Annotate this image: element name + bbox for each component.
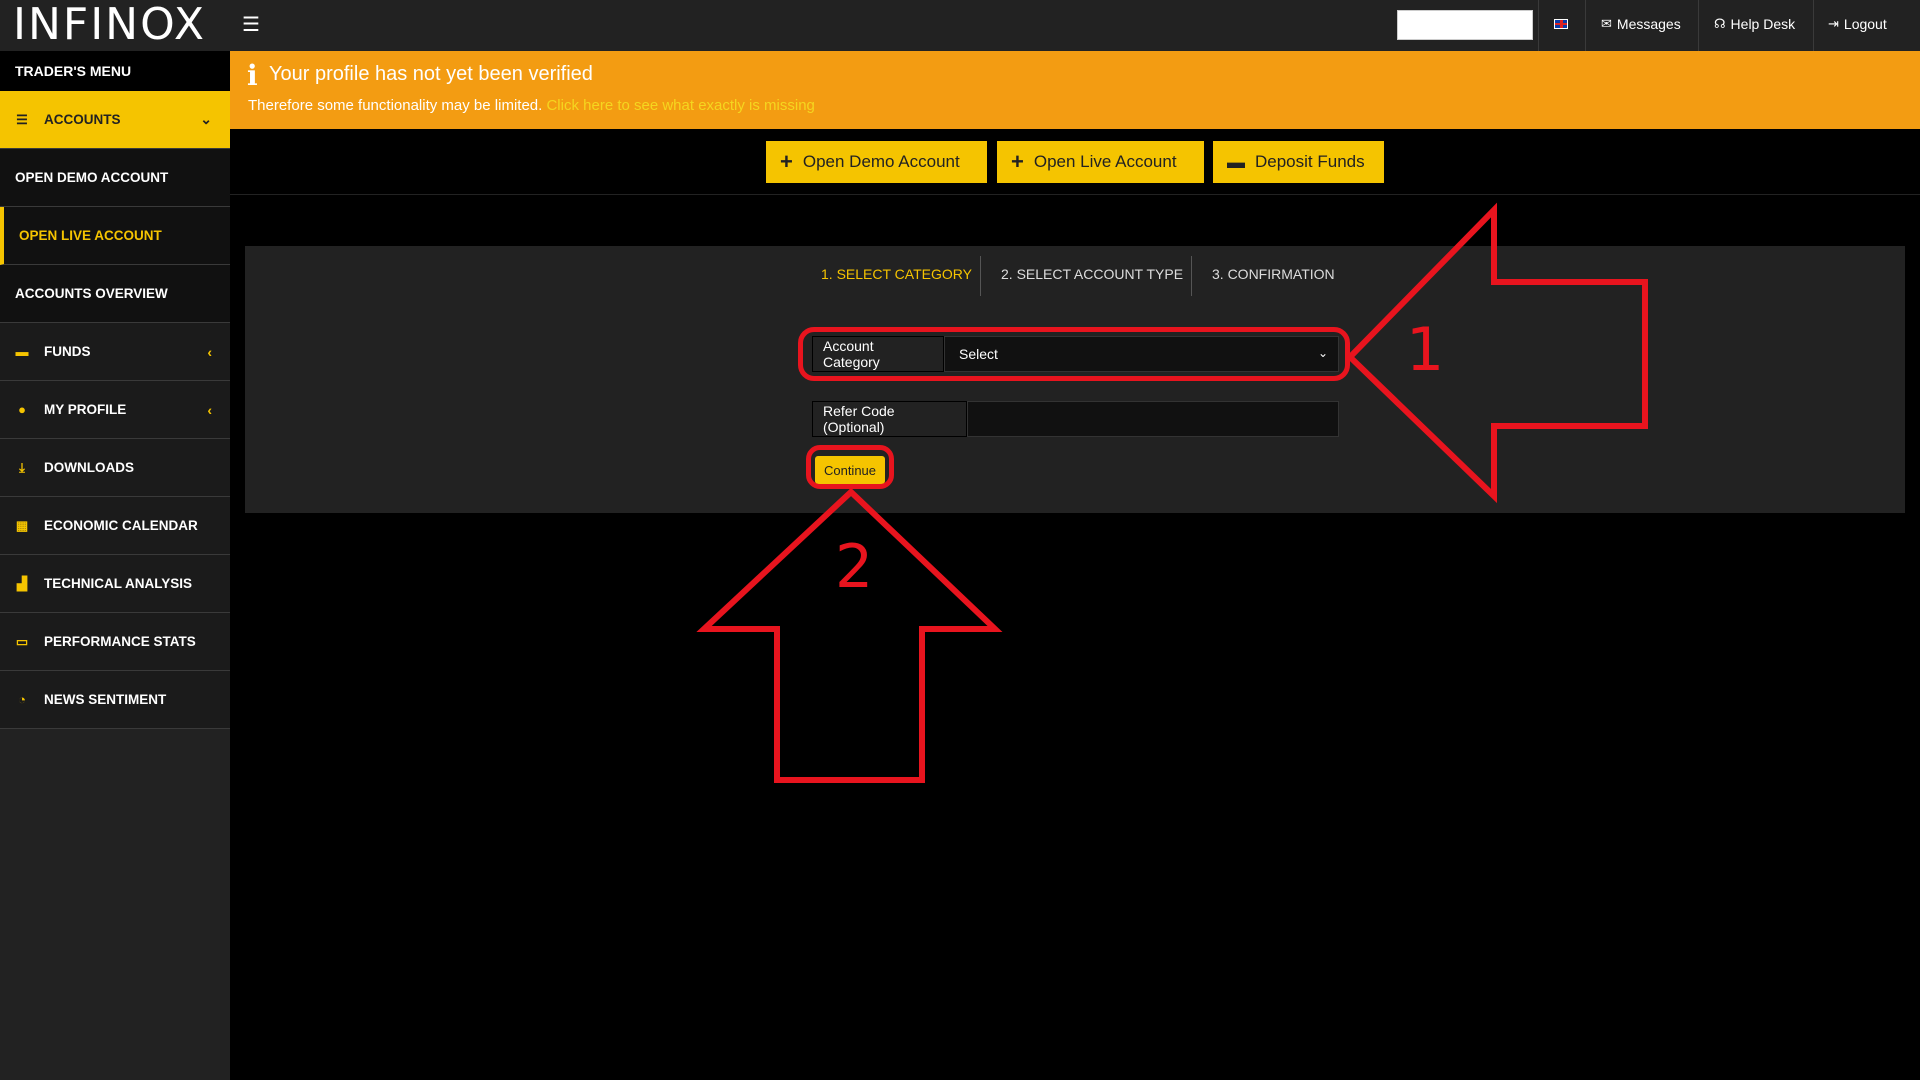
sidebar-item-accounts-overview[interactable]: ACCOUNTS OVERVIEW — [0, 265, 230, 323]
sidebar-item-label: ACCOUNTS OVERVIEW — [15, 286, 168, 301]
wizard-steps: 1. SELECT CATEGORY 2. SELECT ACCOUNT TYP… — [245, 246, 1905, 296]
sidebar-item-technical-analysis[interactable]: ▟ TECHNICAL ANALYSIS — [0, 555, 230, 613]
chevron-left-icon: ‹ — [207, 401, 212, 418]
verification-alert-banner: i Your profile has not yet been verified… — [230, 51, 1920, 129]
banner-message: Therefore some functionality may be limi… — [248, 97, 815, 114]
refer-code-field: Refer Code (Optional) — [812, 401, 1339, 437]
banner-message-text: Therefore some functionality may be limi… — [248, 97, 543, 114]
step-select-category[interactable]: 1. SELECT CATEGORY — [821, 266, 972, 282]
plus-icon: + — [780, 149, 793, 174]
refer-code-label: Refer Code (Optional) — [812, 401, 967, 437]
messages-label: Messages — [1616, 16, 1681, 32]
user-icon: ● — [18, 402, 26, 417]
refer-code-input[interactable] — [967, 401, 1339, 437]
open-live-account-label: Open Live Account — [1033, 152, 1177, 171]
step-divider — [980, 256, 981, 296]
list-icon: ☰ — [16, 111, 28, 127]
chevron-left-icon: ‹ — [207, 343, 212, 360]
deposit-funds-label: Deposit Funds — [1255, 152, 1365, 171]
help-desk-link[interactable]: ☊ Help Desk — [1714, 16, 1795, 32]
logo-text: INFINOX — [13, 0, 207, 50]
bar-chart-icon: ▟ — [17, 575, 27, 591]
highlight-account-category — [798, 327, 1350, 381]
step-divider — [1191, 256, 1192, 296]
sidebar-header: TRADER'S MENU — [0, 51, 230, 91]
divider — [1698, 0, 1699, 51]
hamburger-menu-icon[interactable]: ☰ — [242, 15, 260, 35]
info-icon: i — [247, 59, 258, 92]
plus-icon: + — [1011, 149, 1024, 174]
open-demo-account-label: Open Demo Account — [802, 152, 960, 171]
divider — [1813, 0, 1814, 51]
credit-card-icon: ▬ — [1227, 152, 1245, 172]
sidebar-item-performance-stats[interactable]: ▭ PERFORMANCE STATS — [0, 613, 230, 671]
uk-flag-icon[interactable] — [1554, 19, 1568, 29]
sidebar-item-open-live-account[interactable]: OPEN LIVE ACCOUNT — [0, 207, 230, 265]
search-input[interactable] — [1397, 10, 1533, 40]
step-select-account-type[interactable]: 2. SELECT ACCOUNT TYPE — [1001, 266, 1183, 282]
chevron-down-icon: ⌄ — [200, 111, 212, 127]
download-icon: ⤓ — [19, 459, 25, 475]
sidebar-item-open-demo-account[interactable]: OPEN DEMO ACCOUNT — [0, 149, 230, 207]
app-root: INFINOX ☰ ✉ Messages ☊ Help Desk ⇥ Logou… — [0, 0, 1920, 1080]
sidebar-item-label: ECONOMIC CALENDAR — [44, 518, 198, 533]
messages-link[interactable]: ✉ Messages — [1601, 16, 1681, 32]
logout-label: Logout — [1843, 16, 1887, 32]
banner-missing-info-link[interactable]: Click here to see what exactly is missin… — [546, 97, 814, 114]
headset-icon: ☊ — [1714, 16, 1726, 31]
sidebar-item-my-profile[interactable]: ● MY PROFILE ‹ — [0, 381, 230, 439]
annotation-label-1: 1 — [1406, 315, 1445, 385]
sidebar-item-label: PERFORMANCE STATS — [44, 634, 196, 649]
top-bar: INFINOX ☰ ✉ Messages ☊ Help Desk ⇥ Logou… — [0, 0, 1920, 51]
sidebar-item-accounts[interactable]: ☰ ACCOUNTS ⌄ — [0, 91, 230, 149]
sidebar-item-label: NEWS SENTIMENT — [44, 692, 167, 707]
sidebar-item-label: ACCOUNTS — [44, 112, 121, 127]
annotation-label-2: 2 — [835, 532, 874, 602]
wallet-icon: ▬ — [15, 344, 29, 359]
sidebar-item-economic-calendar[interactable]: ▦ ECONOMIC CALENDAR — [0, 497, 230, 555]
card-icon: ▭ — [15, 633, 29, 649]
sidebar-item-label: TECHNICAL ANALYSIS — [44, 576, 193, 591]
calendar-icon: ▦ — [15, 517, 29, 533]
sidebar-item-news-sentiment[interactable]: ◔ NEWS SENTIMENT — [0, 671, 230, 729]
sidebar-item-downloads[interactable]: ⤓ DOWNLOADS — [0, 439, 230, 497]
divider — [1585, 0, 1586, 51]
help-desk-label: Help Desk — [1730, 16, 1796, 32]
open-demo-account-button[interactable]: + Open Demo Account — [766, 141, 987, 183]
sidebar: TRADER'S MENU ☰ ACCOUNTS ⌄ OPEN DEMO ACC… — [0, 51, 230, 1080]
sidebar-item-label: DOWNLOADS — [44, 460, 134, 475]
sidebar-item-label: OPEN DEMO ACCOUNT — [15, 170, 169, 185]
step-confirmation[interactable]: 3. CONFIRMATION — [1212, 266, 1335, 282]
open-live-account-button[interactable]: + Open Live Account — [997, 141, 1204, 183]
envelope-icon: ✉ — [1601, 16, 1612, 31]
divider — [1538, 0, 1539, 51]
sidebar-item-label: FUNDS — [44, 344, 91, 359]
banner-title: Your profile has not yet been verified — [269, 63, 593, 85]
sidebar-item-label: OPEN LIVE ACCOUNT — [19, 228, 162, 243]
sidebar-item-funds[interactable]: ▬ FUNDS ‹ — [0, 323, 230, 381]
logout-link[interactable]: ⇥ Logout — [1828, 16, 1887, 32]
infinox-logo[interactable]: INFINOX — [13, 3, 206, 47]
highlight-continue-button — [806, 445, 894, 489]
deposit-funds-button[interactable]: ▬ Deposit Funds — [1213, 141, 1384, 183]
sign-out-icon: ⇥ — [1828, 16, 1839, 31]
gauge-icon: ◔ — [18, 692, 26, 707]
sidebar-item-label: MY PROFILE — [44, 402, 127, 417]
